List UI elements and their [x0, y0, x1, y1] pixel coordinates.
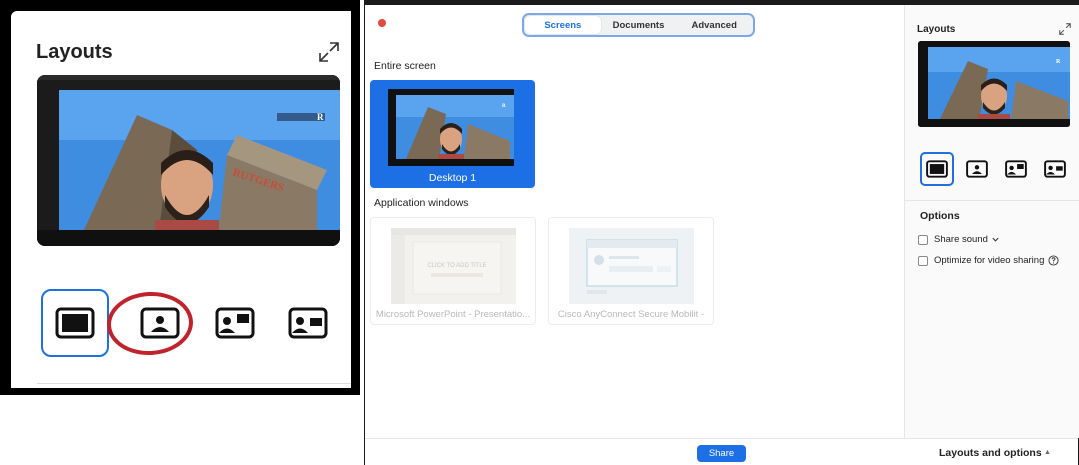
options-heading: Options: [920, 210, 960, 222]
presenter-layout-icon: [288, 307, 328, 339]
optimize-video-checkbox[interactable]: [918, 255, 928, 266]
layout-side-by-side-button[interactable]: [201, 289, 269, 357]
powerpoint-thumb-title: CLICK TO ADD TITLE: [427, 263, 486, 269]
application-windows-heading: Application windows: [374, 197, 469, 209]
close-window-icon[interactable]: [378, 19, 386, 27]
side-by-side-layout-icon: [1005, 160, 1027, 178]
desktop-thumbnail: R: [388, 89, 514, 166]
help-icon[interactable]: [1048, 255, 1059, 266]
side-by-side-layout-icon: [215, 307, 255, 339]
caret-up-icon[interactable]: ▲: [1044, 449, 1051, 456]
sidebar-layouts-title: Layouts: [917, 24, 956, 35]
share-sound-checkbox[interactable]: [918, 234, 928, 245]
sidebar-layout-standard-button[interactable]: [920, 152, 954, 186]
sidebar-layout-presenter-button[interactable]: [1038, 152, 1072, 186]
standard-layout-icon: [55, 307, 95, 339]
powerpoint-window-tile[interactable]: CLICK TO ADD TITLE Microsoft PowerPoint …: [370, 217, 536, 325]
desktop-1-tile[interactable]: R Desktop 1: [370, 80, 535, 188]
share-sound-label: Share sound: [934, 234, 988, 245]
svg-text:R: R: [1056, 59, 1061, 65]
powerpoint-thumbnail: CLICK TO ADD TITLE: [391, 228, 516, 304]
sidebar-divider: [905, 200, 1079, 201]
layout-standard-button[interactable]: [41, 289, 109, 357]
expand-icon[interactable]: [1058, 22, 1072, 36]
tab-documents[interactable]: Documents: [601, 16, 677, 34]
tab-advanced[interactable]: Advanced: [676, 16, 752, 34]
zoom-divider: [37, 383, 351, 384]
desktop-1-label: Desktop 1: [428, 172, 477, 184]
standard-layout-icon: [926, 160, 948, 178]
dialog-bottom-bar: Share Layouts and options ▲: [365, 438, 1078, 465]
layout-presenter-button[interactable]: [274, 289, 342, 357]
tab-screens[interactable]: Screens: [525, 16, 601, 34]
cisco-anyconnect-window-label: Cisco AnyConnect Secure Mobilit -: [557, 309, 705, 320]
zoomed-layouts-panel: Layouts RUTGERS R: [0, 0, 360, 395]
screenshot-border: [364, 0, 1079, 5]
share-screen-dialog: Screens Documents Advanced Entire screen: [364, 0, 1079, 465]
zoom-layouts-title: Layouts: [36, 41, 113, 63]
zoom-layout-options: [41, 289, 351, 359]
svg-text:R: R: [502, 104, 506, 109]
share-tabs: Screens Documents Advanced: [522, 13, 755, 37]
chevron-down-icon[interactable]: [991, 235, 1000, 244]
expand-icon[interactable]: [317, 40, 341, 64]
share-selection-area: Screens Documents Advanced Entire screen: [365, 5, 904, 438]
sidebar-layout-pip-button[interactable]: [960, 152, 994, 186]
share-sound-option[interactable]: Share sound: [918, 234, 1000, 245]
picture-in-picture-layout-icon: [966, 160, 988, 178]
entire-screen-heading: Entire screen: [374, 60, 436, 72]
cisco-thumbnail: [569, 228, 694, 304]
optimize-video-label: Optimize for video sharing: [934, 255, 1045, 266]
layouts-and-options-toggle[interactable]: Layouts and options: [939, 447, 1042, 459]
share-button[interactable]: Share: [697, 445, 746, 462]
zoom-video-preview: RUTGERS R: [37, 75, 340, 246]
svg-text:R: R: [317, 112, 324, 122]
layouts-options-sidebar: Layouts R Options Share sound Optimize f…: [904, 5, 1079, 438]
sidebar-video-preview: R: [918, 41, 1070, 127]
cisco-anyconnect-window-tile[interactable]: Cisco AnyConnect Secure Mobilit -: [548, 217, 714, 325]
sidebar-layout-side-by-side-button[interactable]: [999, 152, 1033, 186]
presenter-layout-icon: [1044, 160, 1066, 178]
optimize-video-option[interactable]: Optimize for video sharing: [918, 255, 1059, 266]
powerpoint-window-label: Microsoft PowerPoint - Presentatio...: [375, 309, 531, 320]
